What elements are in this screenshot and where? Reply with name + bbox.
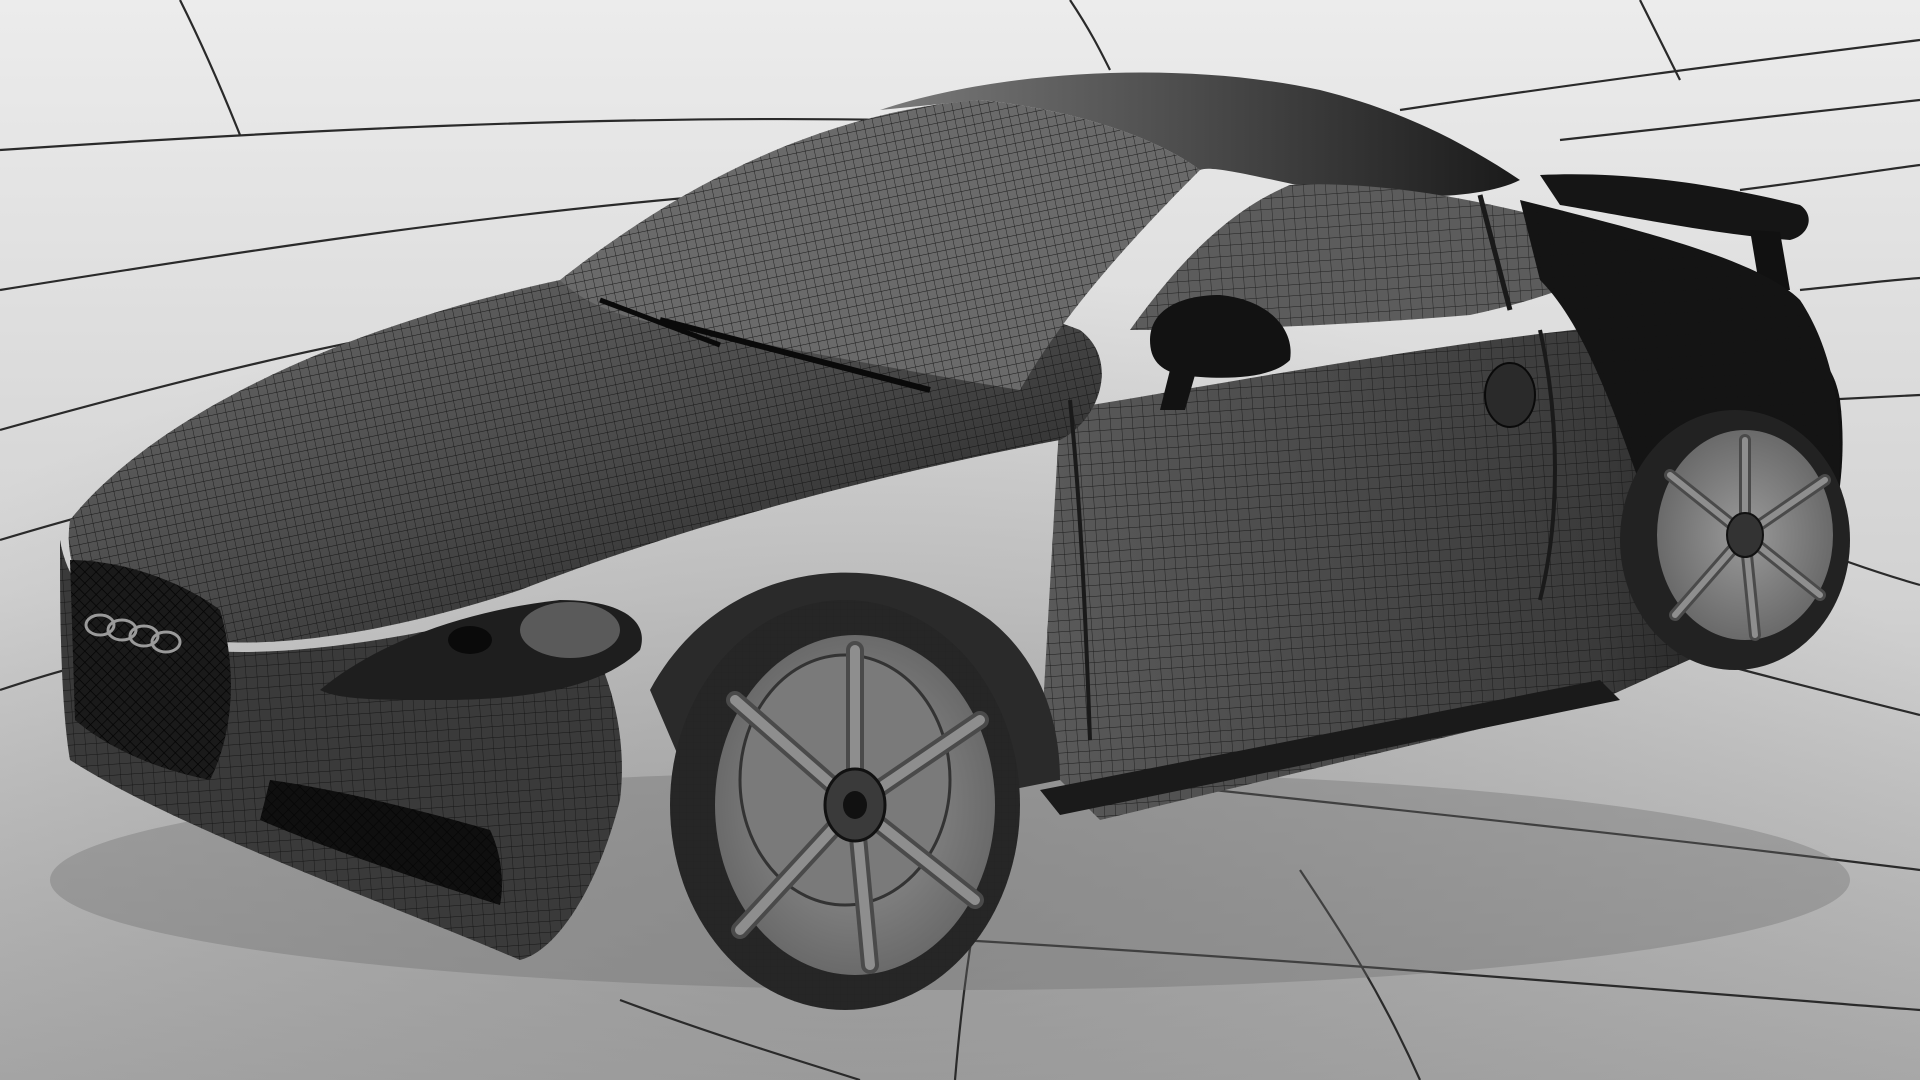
fuel-cap bbox=[1484, 362, 1536, 428]
front-wheel bbox=[670, 600, 1020, 1010]
render-canvas bbox=[0, 0, 1920, 1080]
headlight-lens bbox=[520, 602, 620, 658]
wireframe-car-render bbox=[0, 0, 1920, 1080]
rear-wheel bbox=[1620, 410, 1850, 670]
front-hub-cap bbox=[843, 791, 867, 819]
headlight-lens-inner bbox=[448, 626, 492, 654]
rear-hub bbox=[1726, 512, 1764, 558]
